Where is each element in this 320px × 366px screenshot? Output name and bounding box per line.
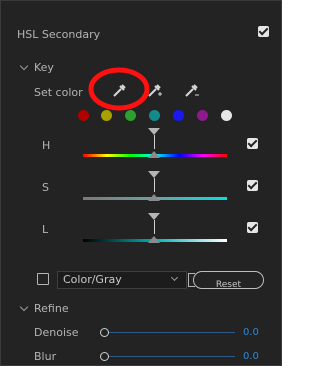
- hue-bottom-handle[interactable]: [148, 151, 160, 158]
- swatch-white[interactable]: [221, 110, 232, 121]
- panel-title: HSL Secondary: [17, 28, 101, 41]
- l-label: L: [42, 223, 49, 236]
- swatch-blue[interactable]: [173, 110, 184, 121]
- swatch-yellow[interactable]: [101, 110, 112, 121]
- denoise-slider-track[interactable]: [105, 332, 235, 333]
- swatch-red[interactable]: [78, 110, 89, 121]
- colorgray-checkbox[interactable]: [37, 273, 49, 285]
- saturation-enable-checkbox[interactable]: [247, 180, 258, 191]
- saturation-top-handle[interactable]: [148, 171, 160, 178]
- denoise-label: Denoise: [34, 326, 79, 339]
- refine-collapse-chevron-icon[interactable]: [19, 302, 29, 312]
- saturation-center-line: [154, 178, 155, 192]
- red-annotation-circle: [88, 67, 150, 111]
- denoise-slider-knob[interactable]: [100, 328, 109, 337]
- key-collapse-chevron-icon[interactable]: [19, 61, 29, 71]
- saturation-bottom-handle[interactable]: [148, 194, 160, 201]
- hue-enable-checkbox[interactable]: [247, 138, 258, 149]
- swatch-magenta[interactable]: [197, 110, 208, 121]
- blur-label: Blur: [34, 350, 57, 363]
- blur-value[interactable]: 0.0: [243, 351, 259, 362]
- refine-section-label: Refine: [34, 302, 69, 315]
- key-section-label: Key: [34, 61, 54, 74]
- swatch-cyan[interactable]: [149, 110, 160, 121]
- h-label: H: [42, 139, 51, 152]
- reset-button[interactable]: Reset: [193, 271, 264, 290]
- hsl-secondary-panel: HSL Secondary Key Set color H S L Color/…: [0, 0, 282, 366]
- luminance-bottom-handle[interactable]: [148, 236, 160, 243]
- luminance-enable-checkbox[interactable]: [247, 222, 258, 233]
- swatch-green[interactable]: [125, 110, 136, 121]
- blur-slider-knob[interactable]: [100, 352, 109, 361]
- s-label: S: [42, 181, 49, 194]
- colorgray-select-value: Color/Gray: [63, 273, 122, 286]
- denoise-value[interactable]: 0.0: [243, 327, 259, 338]
- hsl-secondary-enable-checkbox[interactable]: [258, 26, 269, 37]
- eyedropper-subtract-icon[interactable]: [183, 83, 201, 99]
- colorgray-select[interactable]: Color/Gray: [57, 271, 187, 289]
- luminance-center-line: [154, 220, 155, 234]
- chevron-down-icon: [170, 273, 179, 282]
- blur-slider-track[interactable]: [105, 356, 235, 357]
- set-color-label: Set color: [34, 86, 83, 99]
- hue-center-line: [154, 135, 155, 149]
- reset-button-label: Reset: [215, 280, 242, 290]
- luminance-top-handle[interactable]: [148, 213, 160, 220]
- hue-top-handle[interactable]: [148, 128, 160, 135]
